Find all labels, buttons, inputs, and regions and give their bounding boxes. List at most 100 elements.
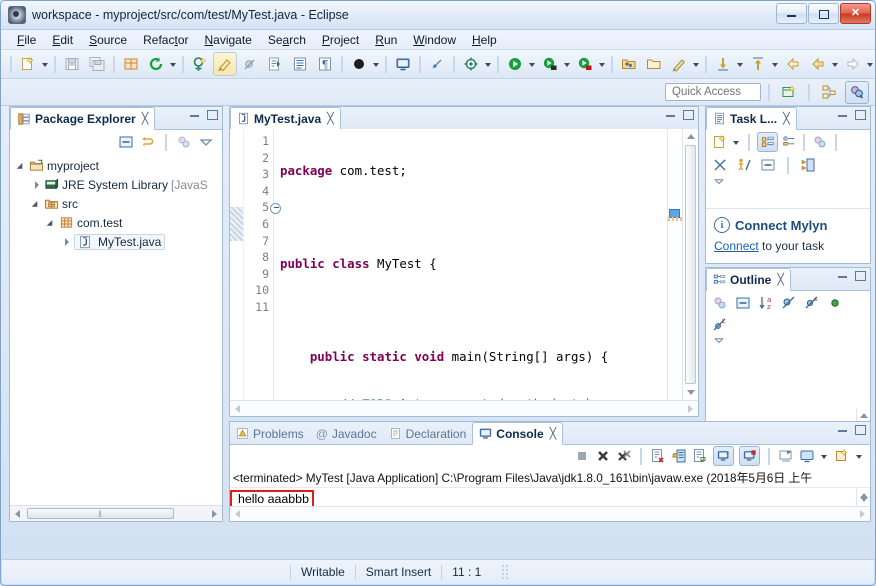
terminate-icon[interactable] bbox=[459, 52, 483, 76]
scroll-right-button[interactable] bbox=[683, 401, 698, 416]
menu-window[interactable]: Window bbox=[405, 32, 464, 48]
run-icon[interactable] bbox=[503, 52, 527, 76]
tree-row-src[interactable]: src bbox=[14, 194, 222, 213]
java-perspective-icon[interactable] bbox=[845, 80, 869, 104]
scroll-left-button[interactable] bbox=[10, 506, 25, 521]
display-dropdown[interactable] bbox=[820, 446, 829, 466]
new-java-project-icon[interactable] bbox=[188, 52, 212, 76]
debug-dropdown[interactable] bbox=[372, 54, 381, 74]
back-icon[interactable] bbox=[781, 52, 805, 76]
open-folder-icon[interactable] bbox=[642, 52, 666, 76]
run-config-dropdown[interactable] bbox=[598, 54, 607, 74]
tab-declaration[interactable]: Declaration bbox=[383, 423, 473, 444]
refresh-icon[interactable] bbox=[144, 52, 168, 76]
package-explorer-hscrollbar[interactable]: ‖ bbox=[10, 505, 222, 521]
console-vscrollbar[interactable] bbox=[856, 488, 870, 507]
synchronize-icon[interactable] bbox=[712, 157, 728, 173]
menu-navigate[interactable]: Navigate bbox=[196, 32, 259, 48]
maximize-icon[interactable] bbox=[855, 425, 866, 435]
tree-row-package[interactable]: com.test bbox=[14, 213, 222, 232]
tree-row-project[interactable]: myproject bbox=[14, 156, 222, 175]
connect-link[interactable]: Connect bbox=[714, 239, 759, 253]
editor-code-area[interactable]: package com.test; public class MyTest { … bbox=[274, 129, 667, 400]
menu-source[interactable]: Source bbox=[81, 32, 135, 48]
hide-static-icon[interactable]: s bbox=[804, 295, 820, 311]
console-hscrollbar[interactable] bbox=[230, 506, 870, 521]
new-java-package-icon[interactable] bbox=[119, 52, 143, 76]
new-dropdown[interactable] bbox=[41, 54, 50, 74]
close-icon[interactable]: ╳ bbox=[142, 112, 149, 125]
hide-fields-icon[interactable] bbox=[781, 295, 797, 311]
run-dropdown[interactable] bbox=[528, 54, 537, 74]
scheduled-icon[interactable] bbox=[782, 135, 796, 149]
show-console-on-error-icon[interactable] bbox=[739, 446, 760, 466]
next-annotation-dropdown[interactable] bbox=[736, 54, 745, 74]
show-console-on-output-icon[interactable] bbox=[713, 446, 734, 466]
maximize-icon[interactable] bbox=[855, 271, 866, 281]
next-edit-icon[interactable] bbox=[841, 52, 865, 76]
toggle-markoccurrences-icon[interactable] bbox=[213, 52, 237, 76]
expander-icon[interactable] bbox=[61, 235, 74, 248]
open-type-icon[interactable] bbox=[263, 52, 287, 76]
scroll-down-button[interactable] bbox=[683, 385, 698, 400]
sort-icon[interactable]: az bbox=[758, 295, 774, 311]
run-as-icon[interactable] bbox=[538, 52, 562, 76]
tree-row-java-file[interactable]: MyTest.java bbox=[14, 232, 222, 251]
last-edit-icon[interactable]: ¶ bbox=[313, 52, 337, 76]
minimize-icon[interactable] bbox=[665, 110, 676, 120]
maximize-button[interactable] bbox=[808, 3, 839, 24]
scroll-right-button[interactable] bbox=[855, 507, 870, 521]
open-console-view-icon[interactable] bbox=[391, 52, 415, 76]
pencil-icon[interactable] bbox=[667, 52, 691, 76]
categorized-icon[interactable] bbox=[757, 132, 778, 152]
collapse-all-icon[interactable] bbox=[760, 157, 776, 173]
remove-all-launches-icon[interactable] bbox=[616, 448, 632, 464]
next-edit-dropdown[interactable] bbox=[866, 54, 875, 74]
link-icon[interactable] bbox=[425, 52, 449, 76]
menu-file[interactable]: File bbox=[9, 32, 44, 48]
remove-launch-icon[interactable] bbox=[595, 448, 611, 464]
editor-vscrollbar[interactable] bbox=[682, 129, 698, 400]
java-ee-perspective-icon[interactable] bbox=[817, 81, 841, 104]
open-perspective-icon[interactable] bbox=[777, 81, 801, 104]
tree-row-jre-library[interactable]: JRE System Library [JavaS bbox=[14, 175, 222, 194]
close-icon[interactable]: ╳ bbox=[777, 273, 784, 286]
collapse-all-icon[interactable] bbox=[118, 134, 134, 150]
tab-console[interactable]: Console ╳ bbox=[472, 422, 564, 445]
display-selected-console-icon[interactable] bbox=[799, 448, 815, 464]
run-config-icon[interactable] bbox=[573, 52, 597, 76]
menu-run[interactable]: Run bbox=[367, 32, 405, 48]
menu-edit[interactable]: Edit bbox=[44, 32, 81, 48]
expander-icon[interactable] bbox=[31, 197, 44, 210]
tab-javadoc[interactable]: @ Javadoc bbox=[310, 423, 383, 444]
view-menu-icon[interactable] bbox=[712, 176, 870, 188]
open-console-icon[interactable] bbox=[834, 448, 850, 464]
tab-problems[interactable]: Problems bbox=[230, 423, 310, 444]
scroll-right-button[interactable] bbox=[207, 506, 222, 521]
clear-console-icon[interactable] bbox=[650, 448, 666, 464]
pencil-dropdown[interactable] bbox=[692, 54, 701, 74]
maximize-icon[interactable] bbox=[207, 110, 218, 120]
editor-hscrollbar[interactable] bbox=[230, 400, 698, 416]
find-icon[interactable] bbox=[800, 157, 816, 173]
forward-icon[interactable] bbox=[806, 52, 830, 76]
pin-console-icon[interactable] bbox=[778, 448, 794, 464]
focus-icon[interactable] bbox=[812, 134, 828, 150]
scroll-left-button[interactable] bbox=[230, 507, 245, 521]
scroll-up-button[interactable] bbox=[683, 129, 698, 144]
editor-overview-ruler[interactable] bbox=[667, 129, 682, 400]
scroll-thumb[interactable] bbox=[685, 145, 696, 384]
scroll-left-button[interactable] bbox=[230, 401, 245, 416]
minimize-icon[interactable] bbox=[837, 425, 848, 435]
open-console-dropdown[interactable] bbox=[855, 446, 864, 466]
menu-search[interactable]: Search bbox=[260, 32, 314, 48]
view-menu-icon[interactable] bbox=[712, 335, 870, 347]
minimize-icon[interactable] bbox=[837, 110, 848, 120]
minimize-icon[interactable] bbox=[837, 271, 848, 281]
hide-local-icon[interactable]: L bbox=[712, 317, 728, 333]
close-icon[interactable]: ╳ bbox=[550, 427, 557, 440]
open-task-icon[interactable] bbox=[288, 52, 312, 76]
close-button[interactable]: ✕ bbox=[840, 3, 871, 24]
activate-task-icon[interactable] bbox=[736, 157, 752, 173]
new-wizard-icon[interactable] bbox=[16, 52, 40, 76]
